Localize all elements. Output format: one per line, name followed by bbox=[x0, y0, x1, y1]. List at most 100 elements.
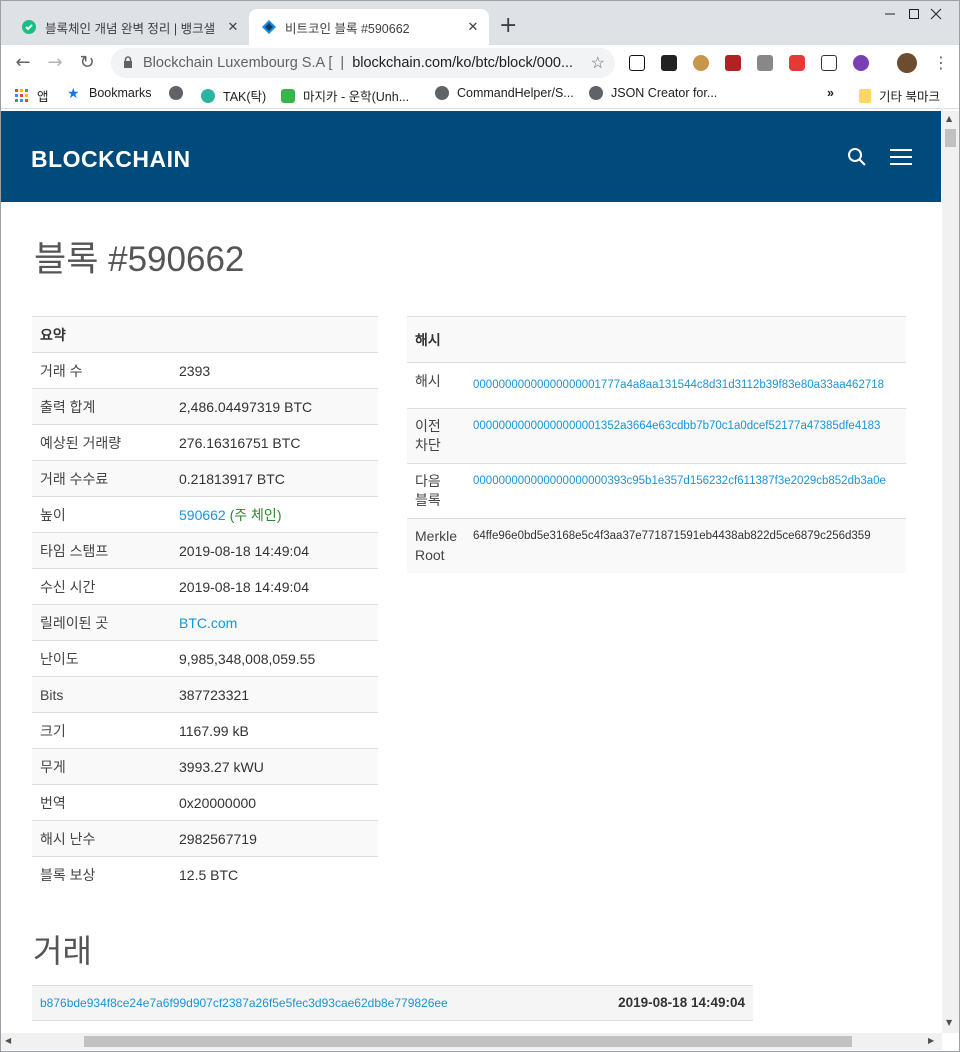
horizontal-scroll-thumb[interactable] bbox=[84, 1036, 852, 1047]
bookmark-json-creator[interactable]: JSON Creator for... bbox=[589, 86, 717, 100]
bookmark-tak[interactable]: TAK(탁) bbox=[201, 86, 266, 105]
scroll-right-icon[interactable]: ▶ bbox=[928, 1036, 934, 1045]
row-label: 거래 수 bbox=[32, 352, 171, 389]
globe-icon bbox=[435, 86, 449, 100]
row-label: 예상된 거래량 bbox=[32, 424, 171, 461]
address-bar[interactable]: Blockchain Luxembourg S.A [ | blockchain… bbox=[111, 48, 615, 78]
hashes-header: 해시 bbox=[407, 316, 906, 363]
tab-title: 비트코인 블록 #590662 bbox=[285, 21, 410, 36]
row-value: 0.21813917 BTC bbox=[171, 460, 378, 497]
browser-menu-icon[interactable]: ⋮ bbox=[929, 51, 953, 75]
row-label: 해시 bbox=[407, 362, 466, 409]
page-title: 블록 #590662 bbox=[34, 240, 245, 279]
cookie-extension-icon[interactable] bbox=[693, 55, 709, 71]
row-label: Bits bbox=[32, 676, 171, 713]
star-icon: ★ bbox=[67, 85, 80, 101]
table-row: Bits 387723321 bbox=[32, 676, 378, 713]
horizontal-scrollbar[interactable]: ◀ ▶ bbox=[1, 1033, 942, 1050]
bookmark-commandhelper[interactable]: CommandHelper/S... bbox=[435, 86, 574, 100]
vertical-scroll-thumb[interactable] bbox=[945, 129, 956, 147]
url-text[interactable]: blockchain.com/ko/btc/block/000... bbox=[352, 55, 580, 71]
row-value: 2393 bbox=[171, 352, 378, 389]
table-row: 예상된 거래량 276.16316751 BTC bbox=[32, 424, 378, 461]
dictionary-extension-icon[interactable] bbox=[789, 55, 805, 71]
apps-grid-icon bbox=[15, 88, 29, 103]
row-value: 00000000000000000001777a4a8aa131544c8d31… bbox=[465, 362, 906, 409]
row-value: 2982567719 bbox=[171, 820, 378, 857]
hamburger-menu-icon[interactable] bbox=[890, 149, 912, 165]
table-row: 거래 수수료 0.21813917 BTC bbox=[32, 460, 378, 497]
row-label: 릴레이된 곳 bbox=[32, 604, 171, 641]
blockchain-logo[interactable]: BLOCKCHAIN bbox=[31, 146, 191, 173]
previous-block-link[interactable]: 00000000000000000001352a3664e63cdbb7b70c… bbox=[473, 420, 880, 432]
bookmark-other[interactable]: 기타 북마크 bbox=[859, 86, 940, 105]
notion-extension-icon[interactable] bbox=[629, 55, 645, 71]
code-extension-icon[interactable] bbox=[821, 55, 837, 71]
table-row: 타임 스탬프 2019-08-18 14:49:04 bbox=[32, 532, 378, 569]
row-label: 블록 보상 bbox=[32, 856, 171, 893]
page-viewport: BLOCKCHAIN 블록 #590662 요약 거래 수 2393 출력 합계 2… bbox=[1, 111, 941, 1033]
bookmark-majika[interactable]: 마지카 - 운학(Unh... bbox=[281, 86, 409, 105]
row-value: 000000000000000000000393c95b1e357d156232… bbox=[465, 463, 906, 519]
bookmarks-overflow-button[interactable]: » bbox=[827, 86, 834, 100]
row-label: 수신 시간 bbox=[32, 568, 171, 605]
row-label: 번역 bbox=[32, 784, 171, 821]
tab-close-icon[interactable]: ✕ bbox=[465, 20, 481, 35]
tab-manager-extension-icon[interactable] bbox=[661, 55, 677, 71]
scroll-up-icon[interactable]: ▲ bbox=[946, 114, 952, 123]
summary-table: 요약 거래 수 2393 출력 합계 2,486.04497319 BTC 예상된 … bbox=[32, 316, 378, 893]
back-button[interactable]: ← bbox=[11, 51, 35, 75]
table-row: 크기 1167.99 kB bbox=[32, 712, 378, 749]
purple-extension-icon[interactable] bbox=[853, 55, 869, 71]
relayed-by-link[interactable]: BTC.com bbox=[179, 615, 237, 631]
bookmark-bookmarks[interactable]: ★ Bookmarks bbox=[67, 86, 152, 100]
table-row: 출력 합계 2,486.04497319 BTC bbox=[32, 388, 378, 425]
row-value: 0x20000000 bbox=[171, 784, 378, 821]
bookmark-globe[interactable] bbox=[169, 86, 191, 100]
bookmark-apps[interactable]: 앱 bbox=[15, 86, 49, 105]
main-chain-link[interactable]: 주 체인 bbox=[234, 507, 277, 523]
chart-extension-icon[interactable] bbox=[725, 55, 741, 71]
bookmark-label: CommandHelper/S... bbox=[457, 86, 574, 100]
row-label: 높이 bbox=[32, 496, 171, 533]
blockchain-favicon-icon bbox=[261, 19, 277, 35]
majika-icon bbox=[281, 88, 295, 103]
tab-banksalad[interactable]: 블록체인 개념 완벽 정리 | 뱅크샐 ✕ bbox=[9, 9, 249, 45]
row-value: 3993.27 kWU bbox=[171, 748, 378, 785]
folder-icon bbox=[859, 88, 871, 103]
reload-button[interactable]: ↻ bbox=[75, 51, 99, 75]
lock-icon bbox=[123, 55, 133, 71]
table-row: 릴레이된 곳 BTC.com bbox=[32, 604, 378, 641]
close-window-button[interactable] bbox=[913, 5, 959, 27]
bookmark-star-icon[interactable]: ☆ bbox=[591, 53, 605, 73]
scroll-down-icon[interactable]: ▼ bbox=[946, 1018, 952, 1027]
bookmark-label: 마지카 - 운학(Unh... bbox=[303, 90, 410, 104]
summary-header: 요약 bbox=[32, 316, 378, 353]
row-label: 해시 난수 bbox=[32, 820, 171, 857]
row-value: 387723321 bbox=[171, 676, 378, 713]
height-link[interactable]: 590662 bbox=[179, 507, 226, 523]
next-block-link[interactable]: 000000000000000000000393c95b1e357d156232… bbox=[473, 475, 886, 487]
block-hash-link[interactable]: 00000000000000000001777a4a8aa131544c8d31… bbox=[473, 379, 884, 391]
bookmark-label: TAK(탁) bbox=[223, 90, 267, 104]
row-value: 9,985,348,008,059.55 bbox=[171, 640, 378, 677]
tab-close-icon[interactable]: ✕ bbox=[225, 20, 241, 35]
omnibox-separator: | bbox=[340, 55, 345, 71]
transaction-hash-link[interactable]: b876bde934f8ce24e7a6f99d907cf2387a26f5e5… bbox=[40, 996, 448, 1010]
bookmark-label: JSON Creator for... bbox=[611, 86, 718, 100]
scroll-left-icon[interactable]: ◀ bbox=[5, 1036, 11, 1045]
row-label: 출력 합계 bbox=[32, 388, 171, 425]
search-icon[interactable] bbox=[847, 147, 867, 167]
profile-avatar[interactable] bbox=[897, 53, 917, 73]
forward-button[interactable]: → bbox=[43, 51, 67, 75]
tab-bitcoin-block[interactable]: 비트코인 블록 #590662 ✕ bbox=[249, 9, 489, 45]
row-label: 거래 수수료 bbox=[32, 460, 171, 497]
keyboard-extension-icon[interactable] bbox=[757, 55, 773, 71]
row-value: 2019-08-18 14:49:04 bbox=[171, 532, 378, 569]
table-row: 블록 보상 12.5 BTC bbox=[32, 856, 378, 893]
vertical-scrollbar[interactable]: ▲ ▼ bbox=[942, 111, 959, 1033]
new-tab-button[interactable]: + bbox=[499, 15, 517, 37]
row-label: 무게 bbox=[32, 748, 171, 785]
globe-icon bbox=[589, 86, 603, 100]
table-row: 난이도 9,985,348,008,059.55 bbox=[32, 640, 378, 677]
